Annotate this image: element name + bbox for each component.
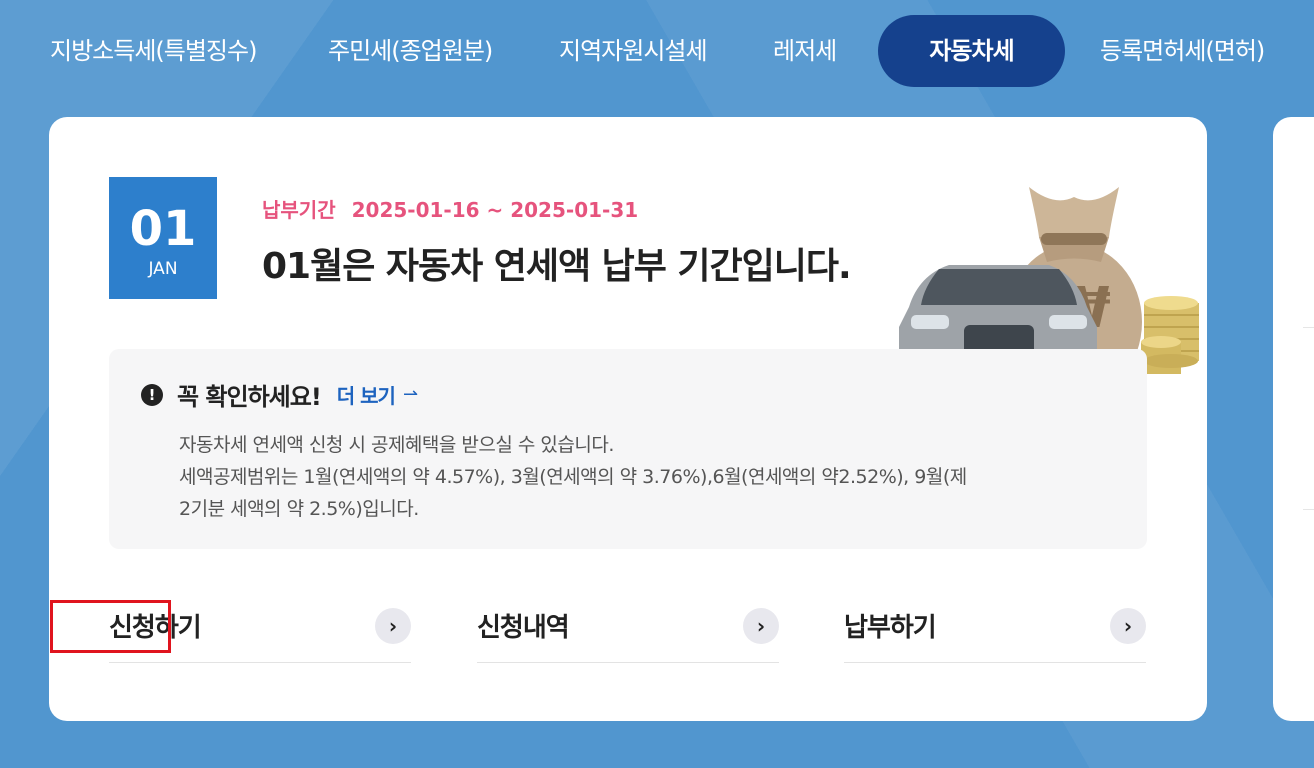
notice-header: ! 꼭 확인하세요! 더 보기 ⇀ bbox=[141, 377, 418, 412]
date-badge: 01 JAN bbox=[109, 177, 217, 299]
next-card-peek bbox=[1273, 117, 1314, 721]
notice-title: 꼭 확인하세요! bbox=[177, 383, 322, 411]
notice-line: 세액공제범위는 1월(연세액의 약 4.57%), 3월(연세액의 약 3.76… bbox=[179, 466, 967, 488]
tax-category-tabs: 지방소득세(특별징수) 주민세(종업원분) 지역자원시설세 레저세 자동차세 등… bbox=[0, 14, 1314, 88]
more-link[interactable]: 더 보기 bbox=[337, 380, 396, 409]
notice-body: 자동차세 연세액 신청 시 공제혜택을 받으실 수 있습니다. 세액공제범위는 … bbox=[179, 429, 1099, 525]
notice-line: 2기분 세액의 약 2.5%)입니다. bbox=[179, 498, 419, 520]
payment-period-label: 납부기간 bbox=[262, 198, 336, 222]
chevron-right-icon[interactable]: › bbox=[1110, 608, 1146, 644]
divider bbox=[1303, 327, 1314, 328]
alert-icon: ! bbox=[141, 383, 163, 406]
date-day: 01 bbox=[129, 201, 197, 257]
arrow-right-icon[interactable]: ⇀ bbox=[403, 384, 418, 405]
divider bbox=[1303, 509, 1314, 510]
page-title: 01월은 자동차 연세액 납부 기간입니다. bbox=[262, 246, 852, 287]
notice-line: 자동차세 연세액 신청 시 공제혜택을 받으실 수 있습니다. bbox=[179, 434, 614, 456]
tab-registration-license-tax[interactable]: 등록면허세(면허) bbox=[1100, 14, 1265, 88]
payment-period: 납부기간 2025-01-16 ~ 2025-01-31 bbox=[262, 194, 638, 223]
pay-label: 납부하기 bbox=[844, 613, 937, 643]
tab-leisure-tax[interactable]: 레저세 bbox=[773, 14, 837, 88]
highlight-box bbox=[50, 600, 171, 653]
coin-stack-icon bbox=[1141, 296, 1199, 374]
tab-resident-tax[interactable]: 주민세(종업원분) bbox=[328, 14, 493, 88]
pay-button[interactable]: 납부하기 › bbox=[844, 603, 1146, 663]
tab-regional-resource-tax[interactable]: 지역자원시설세 bbox=[559, 14, 708, 88]
application-history-button[interactable]: 신청내역 › bbox=[477, 603, 779, 663]
payment-period-value: 2025-01-16 ~ 2025-01-31 bbox=[351, 198, 639, 222]
date-month: JAN bbox=[148, 259, 178, 279]
tab-automobile-tax[interactable]: 자동차세 bbox=[878, 15, 1065, 87]
application-history-label: 신청내역 bbox=[477, 613, 570, 643]
tab-local-income-tax[interactable]: 지방소득세(특별징수) bbox=[50, 14, 257, 88]
automobile-tax-card: 01 JAN 납부기간 2025-01-16 ~ 2025-01-31 01월은 … bbox=[49, 117, 1207, 721]
notice-box: ! 꼭 확인하세요! 더 보기 ⇀ 자동차세 연세액 신청 시 공제혜택을 받으… bbox=[109, 349, 1147, 549]
chevron-right-icon[interactable]: › bbox=[375, 608, 411, 644]
chevron-right-icon[interactable]: › bbox=[743, 608, 779, 644]
